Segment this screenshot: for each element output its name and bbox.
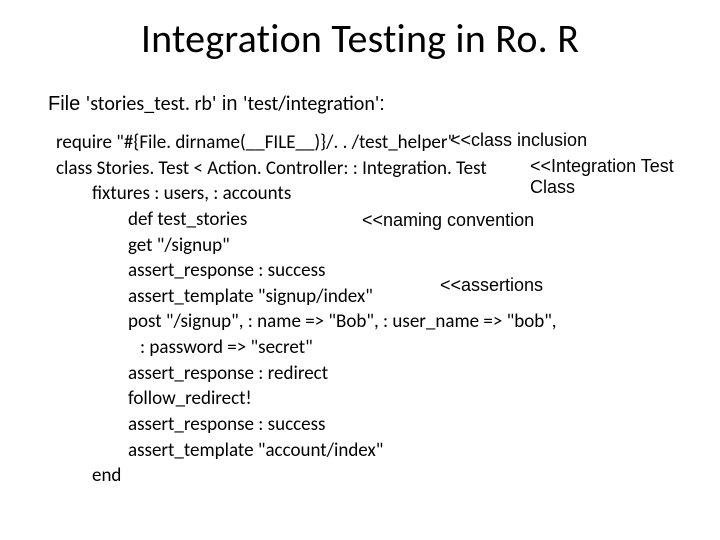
code-line: def test_stories (56, 207, 686, 233)
code-line: require "#{File. dirname(__FILE__)}/. . … (56, 130, 686, 156)
slide: Integration Testing in Ro. R File 'stori… (0, 0, 720, 540)
code-line: assert_response : success (56, 258, 686, 284)
code-line: assert_response : redirect (56, 361, 686, 387)
file-line: File 'stories_test. rb' in 'test/integra… (48, 92, 385, 116)
code-line: : password => "secret" (56, 335, 686, 361)
code-block: require "#{File. dirname(__FILE__)}/. . … (56, 130, 686, 489)
code-line: get "/signup" (56, 233, 686, 259)
file-mid: in (216, 93, 243, 115)
file-suffix: : (379, 93, 385, 115)
file-prefix: File (48, 93, 86, 115)
code-line: assert_template "account/index" (56, 438, 686, 464)
file-name: 'stories_test. rb' (86, 92, 217, 116)
slide-title: Integration Testing in Ro. R (0, 14, 720, 63)
code-line: follow_redirect! (56, 386, 686, 412)
code-line: assert_response : success (56, 412, 686, 438)
code-line: fixtures : users, : accounts (56, 181, 686, 207)
code-line: post "/signup", : name => "Bob", : user_… (56, 309, 686, 335)
code-line: end (56, 463, 686, 489)
code-line: assert_template "signup/index" (56, 284, 686, 310)
file-dir: 'test/integration' (243, 92, 379, 116)
code-line: class Stories. Test < Action. Controller… (56, 156, 686, 182)
